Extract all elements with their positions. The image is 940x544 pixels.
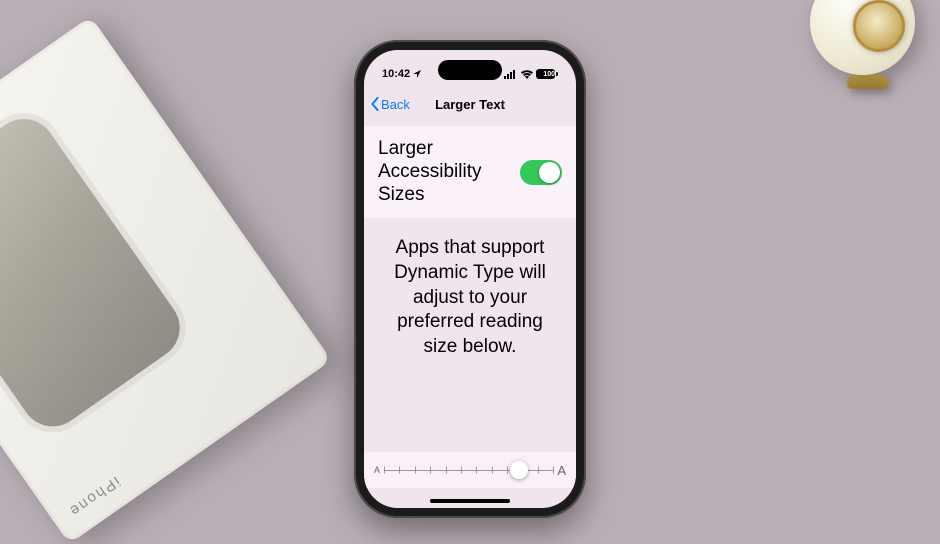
back-label: Back: [381, 97, 410, 112]
wifi-icon: [521, 70, 533, 79]
slider-tick: [476, 467, 477, 474]
phone-screen: 10:42 100 Back Larger Text Larger Access…: [364, 50, 576, 508]
slider-tick: [538, 467, 539, 474]
chevron-left-icon: [370, 97, 380, 111]
battery-percent: 100: [543, 71, 555, 78]
text-size-slider-region: A A: [364, 452, 576, 488]
status-right: 100: [504, 69, 558, 79]
iphone-device: 10:42 100 Back Larger Text Larger Access…: [354, 40, 586, 518]
status-left: 10:42: [382, 68, 421, 80]
slider-tick: [553, 467, 554, 474]
box-brand-text: iPhone: [65, 473, 123, 521]
ornament-foot: [847, 73, 889, 89]
back-button[interactable]: Back: [370, 97, 410, 112]
slider-tick: [399, 467, 400, 474]
slider-tick: [492, 467, 493, 474]
slider-tick: [384, 467, 385, 474]
larger-sizes-label: Larger Accessibility Sizes: [378, 138, 508, 206]
larger-sizes-toggle[interactable]: [520, 160, 562, 185]
toggle-knob: [539, 162, 560, 183]
dynamic-island: [438, 60, 502, 80]
ornament-clock-face: [853, 0, 905, 52]
content-area: Larger Accessibility Sizes Apps that sup…: [364, 126, 576, 508]
slider-max-label: A: [557, 463, 566, 478]
slider-tick: [507, 467, 508, 474]
slider-tick: [415, 467, 416, 474]
text-size-slider[interactable]: [384, 460, 553, 480]
larger-sizes-row: Larger Accessibility Sizes: [364, 126, 576, 218]
clock-ornament: [810, 0, 925, 130]
slider-tick: [446, 467, 447, 474]
slider-min-label: A: [374, 465, 380, 475]
home-indicator[interactable]: [430, 499, 510, 503]
slider-tick: [461, 467, 462, 474]
cellular-icon: [504, 70, 518, 79]
nav-bar: Back Larger Text: [364, 88, 576, 120]
ornament-ball: [810, 0, 915, 75]
iphone-box-prop: iPhone: [0, 16, 332, 544]
dynamic-type-description: Apps that support Dynamic Type will adju…: [364, 218, 576, 359]
location-icon: [413, 70, 421, 78]
page-title: Larger Text: [435, 97, 505, 112]
status-time: 10:42: [382, 68, 410, 80]
slider-tick: [430, 467, 431, 474]
slider-thumb[interactable]: [510, 461, 528, 479]
